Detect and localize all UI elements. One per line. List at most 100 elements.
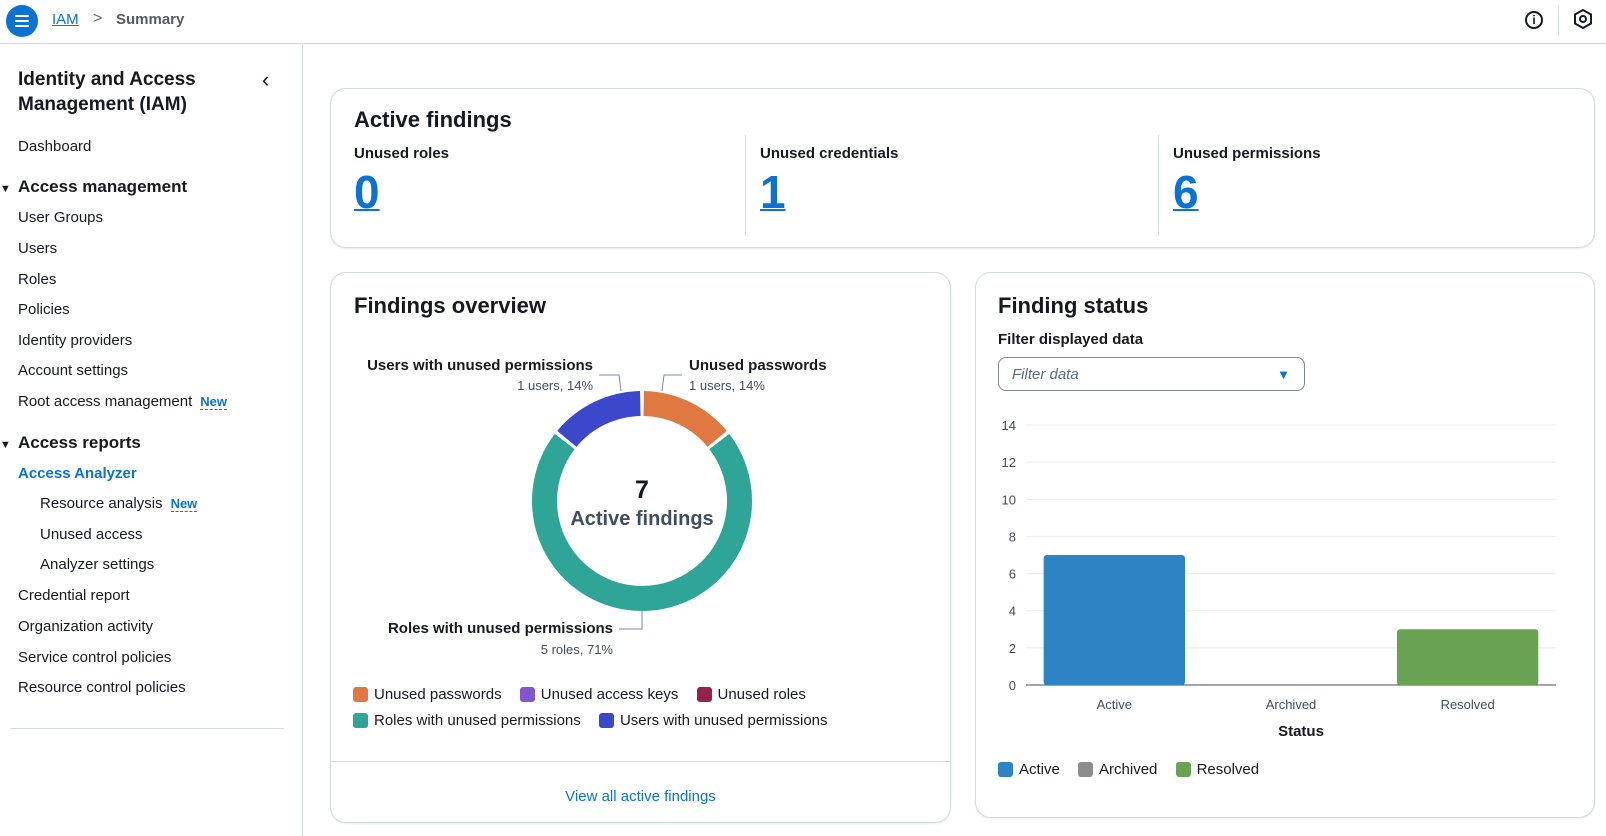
legend-item-resolved[interactable]: Resolved [1175,756,1259,782]
legend-item-active[interactable]: Active [998,756,1060,782]
y-tick-label: 10 [1002,492,1016,507]
y-tick-label: 8 [1009,529,1016,544]
caret-down-icon: ▼ [1277,367,1290,382]
callout-leader-line [619,611,643,630]
callout-unused-passwords-title: Unused passwords [689,357,827,374]
top-navigation-bar: IAM > Summary i [0,0,1606,44]
divider [745,135,746,235]
legend-item-users-unused-permissions[interactable]: Users with unused permissions [598,707,828,733]
y-tick-label: 12 [1002,455,1016,470]
findings-legend: Unused passwords Unused access keys Unus… [353,681,943,733]
sidebar-item-resource-control-policies[interactable]: Resource control policies [18,679,186,696]
section-access-reports[interactable]: ▼ Access reports [0,433,141,453]
legend-item-unused-roles[interactable]: Unused roles [696,681,806,707]
side-navigation: Identity and Access Management (IAM) ‹ D… [0,45,303,836]
x-axis-title: Status [1278,723,1324,740]
filter-label: Filter displayed data [998,331,1144,348]
sidebar-item-user-groups[interactable]: User Groups [18,209,103,226]
metric-value-link[interactable]: 6 [1173,166,1321,218]
sidebar-item-roles[interactable]: Roles [18,271,56,288]
sidebar-item-service-control-policies[interactable]: Service control policies [18,649,171,666]
callout-unused-passwords-detail: 1 users, 14% [689,378,765,393]
sidebar-item-access-analyzer[interactable]: Access Analyzer [18,465,137,482]
legend-item-unused-passwords[interactable]: Unused passwords [353,681,502,707]
callout-roles-unused-permissions-title: Roles with unused permissions [388,620,613,637]
legend-swatch [353,712,368,728]
finding-status-bar-chart: 0 2 4 6 8 10 12 14 Active Archived Resolved Statu… [1002,418,1556,740]
view-all-active-findings-link[interactable]: View all active findings [331,788,950,805]
donut-center-value: 7 [635,476,649,504]
active-findings-card: Active findings Unused roles 0 Unused cr… [330,88,1595,248]
y-tick-label: 14 [1002,418,1016,433]
section-access-management[interactable]: ▼ Access management [0,177,187,197]
breadcrumb-iam-link[interactable]: IAM [52,11,79,28]
legend-swatch [998,761,1013,777]
metric-label: Unused roles [354,145,450,162]
sidebar-item-unused-access[interactable]: Unused access [40,526,143,543]
callout-leader-line [599,374,622,392]
donut-slice-users-with-unused-permissions[interactable] [557,391,641,447]
metric-unused-permissions: Unused permissions 6 [1173,145,1321,218]
divider [1158,135,1159,235]
sidebar-item-policies[interactable]: Policies [18,301,70,318]
chevron-right-icon: > [93,10,103,27]
metric-label: Unused permissions [1173,145,1321,162]
card-footer-divider [331,761,950,762]
sidebar-item-resource-analysis[interactable]: Resource analysis New [40,495,198,512]
callout-roles-unused-permissions-detail: 5 roles, 71% [541,642,614,657]
new-badge: New [200,394,227,410]
bar-resolved[interactable] [1397,629,1539,685]
sidebar-item-dashboard[interactable]: Dashboard [18,138,91,155]
metric-unused-credentials: Unused credentials 1 [760,145,898,218]
legend-swatch [696,686,712,702]
x-tick-label: Resolved [1441,697,1495,712]
bar-active[interactable] [1043,555,1185,685]
filter-placeholder: Filter data [1012,366,1079,383]
legend-swatch [1078,761,1094,777]
metric-unused-roles: Unused roles 0 [354,145,449,218]
metric-label: Unused credentials [760,145,899,162]
sidebar-item-organization-activity[interactable]: Organization activity [18,618,153,635]
collapse-sidebar-icon[interactable]: ‹ [262,67,269,93]
x-tick-label: Archived [1266,697,1317,712]
filter-data-select[interactable]: Filter data ▼ [998,357,1305,391]
card-title: Finding status [998,293,1149,318]
legend-item-archived[interactable]: Archived [1078,756,1157,782]
legend-swatch [353,686,368,702]
breadcrumb-current: Summary [116,11,185,28]
divider [10,728,284,729]
menu-icon[interactable] [6,5,38,37]
legend-swatch [1175,761,1191,777]
sidebar-item-users[interactable]: Users [18,240,57,257]
sidebar-item-account-settings[interactable]: Account settings [18,362,128,379]
status-legend: Active Archived Resolved [998,756,1273,782]
legend-item-roles-unused-permissions[interactable]: Roles with unused permissions [353,707,581,733]
y-tick-label: 2 [1009,641,1016,656]
donut-center-label: Active findings [570,508,713,530]
sidebar-item-analyzer-settings[interactable]: Analyzer settings [40,556,154,573]
legend-swatch [598,712,614,728]
findings-donut-chart: 7 Active findings Users with unused perm… [367,357,827,657]
triangle-down-icon: ▼ [0,183,11,195]
new-badge: New [170,496,198,512]
callout-leader-line [661,374,682,392]
divider [1558,6,1559,36]
metric-value-link[interactable]: 0 [354,166,449,218]
sidebar-item-credential-report[interactable]: Credential report [18,587,130,604]
y-tick-label: 6 [1009,567,1016,582]
card-title: Active findings [354,107,512,132]
donut-slice-unused-passwords[interactable] [643,391,727,447]
metric-value-link[interactable]: 1 [760,166,898,218]
info-icon[interactable]: i [1525,11,1543,29]
sidebar-item-root-access-management[interactable]: Root access management New [18,393,227,410]
card-title: Findings overview [354,293,546,318]
findings-overview-card: Findings overview 7 Active findings User… [330,272,951,823]
callout-users-unused-permissions-detail: 1 users, 14% [517,378,593,393]
x-tick-label: Active [1097,697,1132,712]
sidebar-item-identity-providers[interactable]: Identity providers [18,332,132,349]
y-tick-label: 0 [1009,678,1016,693]
sidebar-title[interactable]: Identity and Access Management (IAM) [18,67,238,117]
settings-hexagon-icon[interactable] [1574,9,1592,29]
callout-users-unused-permissions-title: Users with unused permissions [367,357,593,374]
legend-item-unused-access-keys[interactable]: Unused access keys [519,681,678,707]
